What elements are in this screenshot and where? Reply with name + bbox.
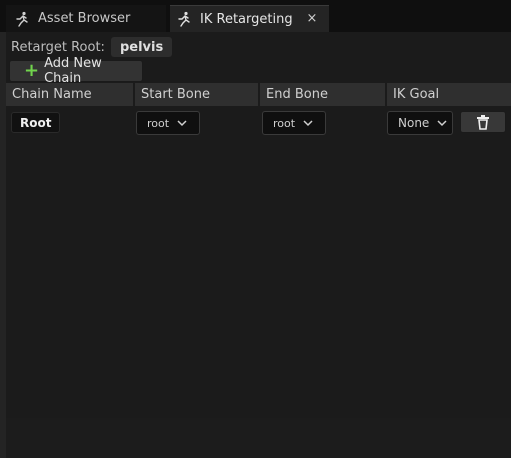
table-row: Root root root None: [6, 108, 511, 136]
ik-retargeting-panel: Retarget Root: pelvis + Add New Chain Ch…: [6, 32, 511, 458]
retarget-root-label: Retarget Root:: [11, 39, 105, 55]
delete-chain-button[interactable]: [460, 111, 506, 133]
running-figure-icon: [176, 11, 192, 27]
add-new-chain-button[interactable]: + Add New Chain: [9, 56, 143, 86]
start-bone-value: root: [147, 116, 170, 130]
end-bone-dropdown[interactable]: root: [262, 111, 326, 135]
retarget-root-value[interactable]: pelvis: [110, 37, 173, 57]
chain-editor: Retarget Root: pelvis + Add New Chain Ch…: [6, 32, 511, 418]
column-header-ik-goal[interactable]: IK Goal: [387, 83, 511, 106]
column-header-start-bone[interactable]: Start Bone: [135, 83, 260, 106]
retarget-root-row: Retarget Root: pelvis: [11, 37, 173, 57]
close-icon[interactable]: ×: [305, 11, 319, 26]
tab-bar: Asset Browser IK Retargeting ×: [0, 0, 511, 32]
add-new-chain-label: Add New Chain: [44, 56, 102, 86]
chevron-down-icon: [437, 120, 447, 127]
running-figure-icon: [14, 11, 30, 27]
tab-asset-browser[interactable]: Asset Browser: [6, 5, 166, 32]
tab-label: IK Retargeting: [200, 11, 293, 27]
chevron-down-icon: [303, 120, 313, 127]
ik-goal-dropdown[interactable]: None: [387, 111, 453, 135]
plus-icon: +: [24, 60, 40, 81]
column-header-end-bone[interactable]: End Bone: [260, 83, 387, 106]
tab-ik-retargeting[interactable]: IK Retargeting ×: [170, 5, 329, 32]
ik-goal-value: None: [398, 116, 430, 130]
chain-name-field[interactable]: Root: [11, 112, 61, 133]
chevron-down-icon: [177, 120, 187, 127]
start-bone-dropdown[interactable]: root: [136, 111, 200, 135]
chain-table-header: Chain Name Start Bone End Bone IK Goal: [6, 83, 511, 106]
tab-label: Asset Browser: [38, 11, 131, 26]
end-bone-value: root: [273, 116, 296, 130]
trash-icon: [477, 115, 489, 130]
column-header-chain-name[interactable]: Chain Name: [6, 83, 135, 106]
